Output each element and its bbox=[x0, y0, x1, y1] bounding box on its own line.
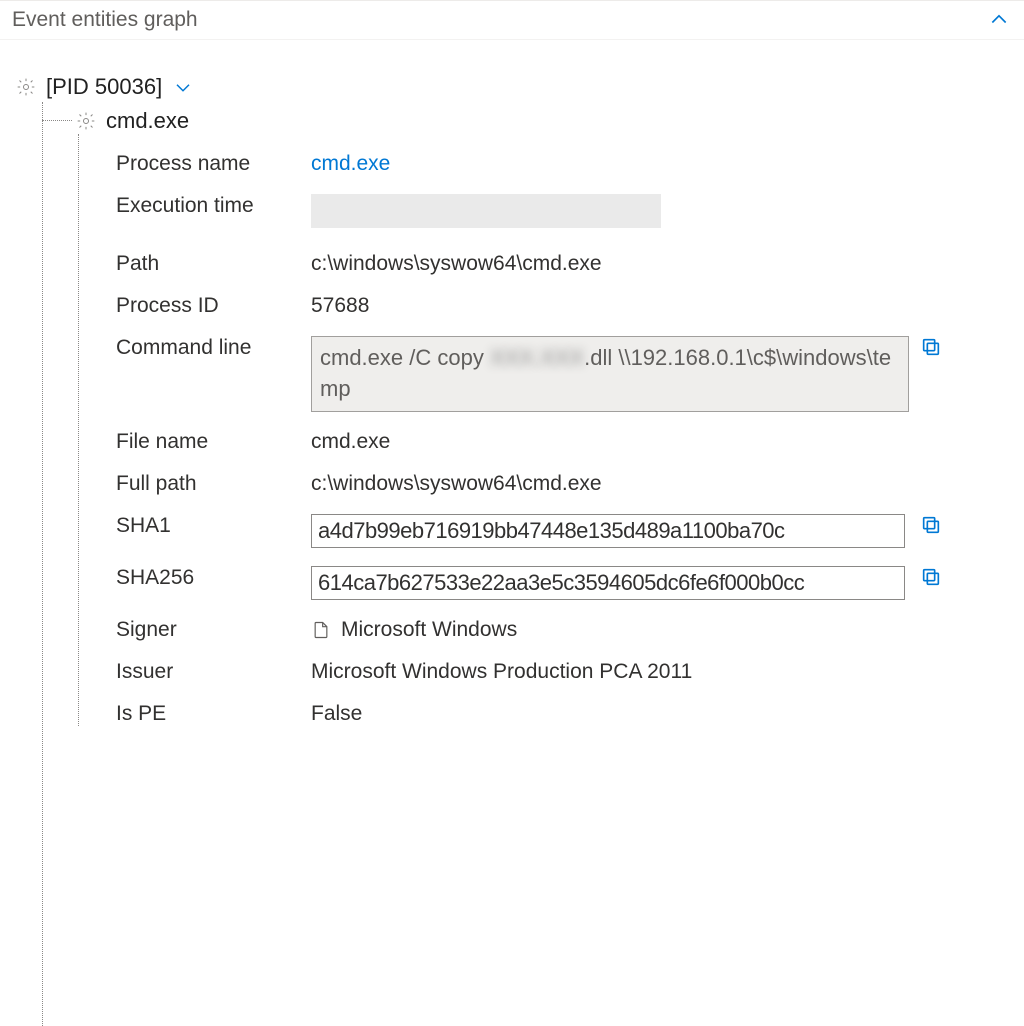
label-command-line: Command line bbox=[116, 336, 311, 360]
value-exec-time bbox=[311, 194, 911, 234]
entity-details: Process name cmd.exe Execution time Path… bbox=[116, 134, 1024, 726]
copy-icon[interactable] bbox=[920, 336, 942, 358]
tree-root-node[interactable]: [PID 50036] bbox=[16, 74, 1024, 100]
value-process-name[interactable]: cmd.exe bbox=[311, 152, 911, 176]
value-issuer: Microsoft Windows Production PCA 2011 bbox=[311, 660, 911, 684]
sha256-box[interactable]: 614ca7b627533e22aa3e5c3594605dc6fe6f000b… bbox=[311, 566, 905, 600]
expand-node-icon[interactable] bbox=[172, 76, 194, 98]
gear-icon bbox=[16, 77, 36, 97]
tree-root-label: [PID 50036] bbox=[46, 74, 162, 100]
redacted-block bbox=[311, 194, 661, 228]
label-sha256: SHA256 bbox=[116, 566, 311, 590]
copy-icon[interactable] bbox=[920, 514, 942, 536]
row-signer: Signer Microsoft Windows bbox=[116, 618, 1024, 642]
value-full-path: c:\windows\syswow64\cmd.exe bbox=[311, 472, 911, 496]
label-process-id: Process ID bbox=[116, 294, 311, 318]
certificate-icon bbox=[311, 620, 331, 640]
label-signer: Signer bbox=[116, 618, 311, 642]
row-full-path: Full path c:\windows\syswow64\cmd.exe bbox=[116, 472, 1024, 496]
label-sha1: SHA1 bbox=[116, 514, 311, 538]
gear-icon bbox=[76, 111, 96, 131]
value-signer: Microsoft Windows bbox=[311, 618, 911, 642]
value-command-line: cmd.exe /C copy XXX.XXX.dll \\192.168.0.… bbox=[311, 336, 911, 412]
command-line-box[interactable]: cmd.exe /C copy XXX.XXX.dll \\192.168.0.… bbox=[311, 336, 909, 412]
value-path: c:\windows\syswow64\cmd.exe bbox=[311, 252, 911, 276]
panel-header[interactable]: Event entities graph bbox=[0, 0, 1024, 40]
row-file-name: File name cmd.exe bbox=[116, 430, 1024, 454]
value-sha1: a4d7b99eb716919bb47448e135d489a1100ba70c bbox=[311, 514, 911, 548]
tree-child-label: cmd.exe bbox=[106, 108, 189, 134]
sha1-box[interactable]: a4d7b99eb716919bb47448e135d489a1100ba70c bbox=[311, 514, 905, 548]
collapse-panel-icon[interactable] bbox=[986, 7, 1012, 33]
row-is-pe: Is PE False bbox=[116, 702, 1024, 726]
row-command-line: Command line cmd.exe /C copy XXX.XXX.dll… bbox=[116, 336, 1024, 412]
row-sha1: SHA1 a4d7b99eb716919bb47448e135d489a1100… bbox=[116, 514, 1024, 548]
label-full-path: Full path bbox=[116, 472, 311, 496]
row-exec-time: Execution time bbox=[116, 194, 1024, 234]
copy-icon[interactable] bbox=[920, 566, 942, 588]
row-path: Path c:\windows\syswow64\cmd.exe bbox=[116, 252, 1024, 276]
label-is-pe: Is PE bbox=[116, 702, 311, 726]
cmdline-redacted: XXX.XXX bbox=[490, 345, 584, 370]
value-process-id: 57688 bbox=[311, 294, 911, 318]
label-path: Path bbox=[116, 252, 311, 276]
label-file-name: File name bbox=[116, 430, 311, 454]
row-sha256: SHA256 614ca7b627533e22aa3e5c3594605dc6f… bbox=[116, 566, 1024, 600]
row-process-name: Process name cmd.exe bbox=[116, 152, 1024, 176]
panel-title: Event entities graph bbox=[12, 8, 198, 32]
value-is-pe: False bbox=[311, 702, 911, 726]
label-exec-time: Execution time bbox=[116, 194, 311, 218]
value-file-name: cmd.exe bbox=[311, 430, 911, 454]
label-issuer: Issuer bbox=[116, 660, 311, 684]
tree-child-node[interactable]: cmd.exe bbox=[42, 102, 1024, 134]
label-process-name: Process name bbox=[116, 152, 311, 176]
row-process-id: Process ID 57688 bbox=[116, 294, 1024, 318]
row-issuer: Issuer Microsoft Windows Production PCA … bbox=[116, 660, 1024, 684]
value-sha256: 614ca7b627533e22aa3e5c3594605dc6fe6f000b… bbox=[311, 566, 911, 600]
